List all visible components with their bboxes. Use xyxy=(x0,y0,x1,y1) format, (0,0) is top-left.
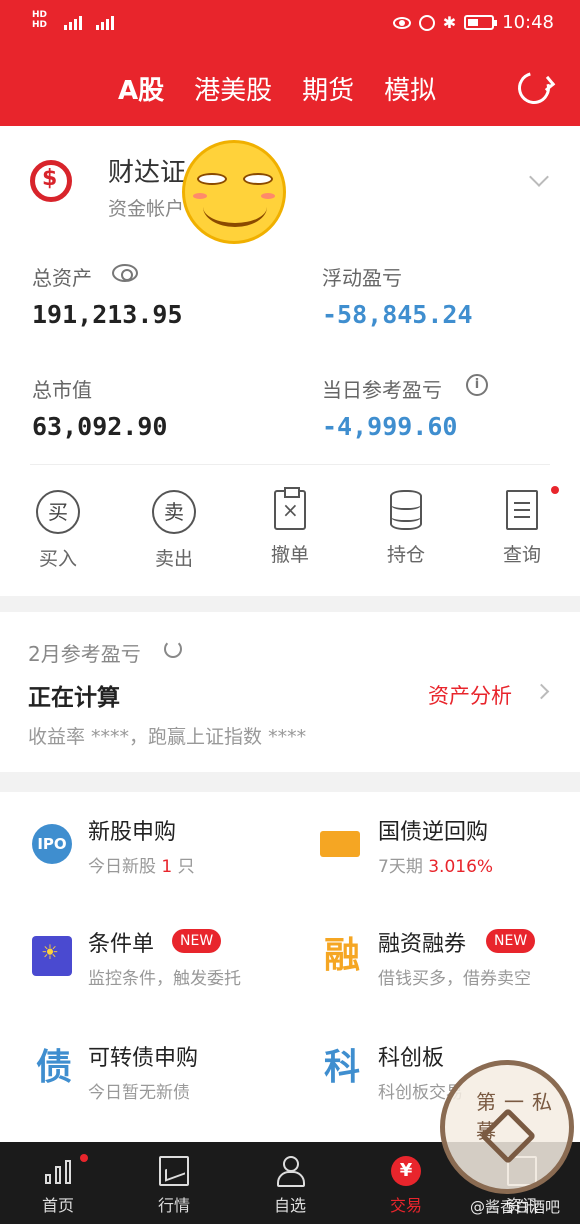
margin-trading-icon: 融 xyxy=(323,935,360,976)
refresh-icon[interactable] xyxy=(512,66,556,110)
convertible-bond-title[interactable]: 可转债申购 xyxy=(88,1040,198,1072)
nav-watchlist-label: 自选 xyxy=(273,1196,306,1215)
tab-a-shares[interactable]: A股 xyxy=(118,70,164,107)
floating-pl-label: 浮动盈亏 xyxy=(322,266,402,290)
nav-watchlist[interactable]: 自选 xyxy=(232,1142,348,1216)
holdings-label: 持仓 xyxy=(386,544,425,566)
holdings-button[interactable]: 持仓 xyxy=(361,490,451,567)
status-right: ✱ 10:48 xyxy=(392,12,554,33)
tab-hk-us[interactable]: 港美股 xyxy=(194,70,272,107)
battery-icon xyxy=(464,15,498,30)
signal-bars-icon xyxy=(96,14,114,30)
buy-label: 买入 xyxy=(38,548,77,570)
status-bar: HD HD ✱ 10:48 xyxy=(0,0,580,48)
tab-futures[interactable]: 期货 xyxy=(302,70,354,107)
top-header: HD HD ✱ 10:48 A股 港美股 期货 模拟 xyxy=(0,0,580,126)
return-rate-note: 收益率 ****，跑赢上证指数 **** xyxy=(28,726,307,748)
new-badge: NEW xyxy=(486,929,536,953)
star-market-title[interactable]: 科创板 xyxy=(378,1040,444,1072)
floating-pl-value: -58,845.24 xyxy=(322,300,473,329)
sell-button[interactable]: 卖 卖出 xyxy=(129,490,219,571)
query-label: 查询 xyxy=(502,544,541,566)
line-chart-icon xyxy=(159,1156,189,1186)
cancel-order-button[interactable]: 撤单 xyxy=(245,487,335,567)
notification-dot xyxy=(80,1154,88,1162)
query-button[interactable]: 查询 xyxy=(477,490,567,567)
weibo-watermark: @酱香白酒吧 xyxy=(470,1198,561,1216)
market-value-label: 总市值 xyxy=(32,378,92,402)
ipo-subscribe-title[interactable]: 新股申购 xyxy=(88,814,176,846)
eye-comfort-icon xyxy=(392,16,411,29)
sell-icon: 卖 xyxy=(152,490,196,534)
divider xyxy=(30,464,550,465)
cancel-order-icon xyxy=(274,487,306,530)
signal-bars-icon xyxy=(64,14,82,30)
condition-order-icon xyxy=(32,936,72,976)
notification-dot xyxy=(551,486,559,494)
ticket-icon xyxy=(320,831,360,857)
total-assets-value: 191,213.95 xyxy=(32,300,183,329)
tab-simulation[interactable]: 模拟 xyxy=(384,70,436,107)
nav-market-label: 行情 xyxy=(157,1196,190,1215)
smirk-emoji-sticker xyxy=(182,140,286,244)
refresh-icon[interactable] xyxy=(164,640,182,658)
daily-pl-value: -4,999.60 xyxy=(322,412,458,441)
visibility-toggle-icon[interactable] xyxy=(112,264,138,282)
convertible-bond-sub: 今日暂无新债 xyxy=(88,1083,190,1103)
condition-order-title[interactable]: 条件单 xyxy=(88,926,154,958)
monthly-pl-status: 正在计算 xyxy=(28,685,120,711)
buy-button[interactable]: 买 买入 xyxy=(13,490,103,571)
nav-home-label: 首页 xyxy=(41,1196,74,1215)
margin-trading-title[interactable]: 融资融券 xyxy=(378,926,466,958)
ipo-subscribe-sub: 今日新股 1 只 xyxy=(88,857,195,877)
new-badge: NEW xyxy=(172,929,222,953)
nav-trade-label: 交易 xyxy=(389,1196,422,1215)
sell-label: 卖出 xyxy=(154,548,193,570)
market-tabs: A股 港美股 期货 模拟 xyxy=(118,70,466,107)
broker-name[interactable]: 财达证 xyxy=(108,152,186,189)
account-type: 资金帐户 xyxy=(108,198,185,220)
monthly-pl-title: 2月参考盈亏 xyxy=(28,642,141,666)
sim-indicator: HD HD xyxy=(32,10,48,30)
alarm-icon xyxy=(418,14,435,31)
cancel-order-label: 撤单 xyxy=(270,544,309,566)
margin-trading-sub: 借钱买多，借券卖空 xyxy=(378,969,531,989)
candlestick-icon xyxy=(43,1156,73,1186)
condition-order-sub: 监控条件，触发委托 xyxy=(88,969,241,989)
ipo-icon: IPO xyxy=(32,824,72,864)
asset-analysis-link[interactable]: 资产分析 xyxy=(428,680,512,710)
broker-logo xyxy=(30,160,72,202)
nav-home[interactable]: 首页 xyxy=(0,1142,116,1216)
info-icon[interactable]: i xyxy=(466,374,488,396)
bond-repo-sub: 7天期 3.016% xyxy=(378,857,494,877)
clock-time: 10:48 xyxy=(502,12,554,33)
nav-market[interactable]: 行情 xyxy=(116,1142,232,1216)
yen-icon: ¥ xyxy=(391,1156,421,1186)
holdings-icon xyxy=(390,490,422,530)
market-value-value: 63,092.90 xyxy=(32,412,168,441)
star-market-icon: 科 xyxy=(323,1047,360,1088)
buy-icon: 买 xyxy=(36,490,80,534)
convertible-bond-icon: 债 xyxy=(35,1047,72,1088)
query-icon xyxy=(506,490,538,530)
bluetooth-icon: ✱ xyxy=(442,13,457,32)
total-assets-label: 总资产 xyxy=(32,266,92,290)
bond-repo-title[interactable]: 国债逆回购 xyxy=(378,814,488,846)
daily-pl-label: 当日参考盈亏 xyxy=(322,378,442,402)
user-icon xyxy=(275,1156,305,1187)
